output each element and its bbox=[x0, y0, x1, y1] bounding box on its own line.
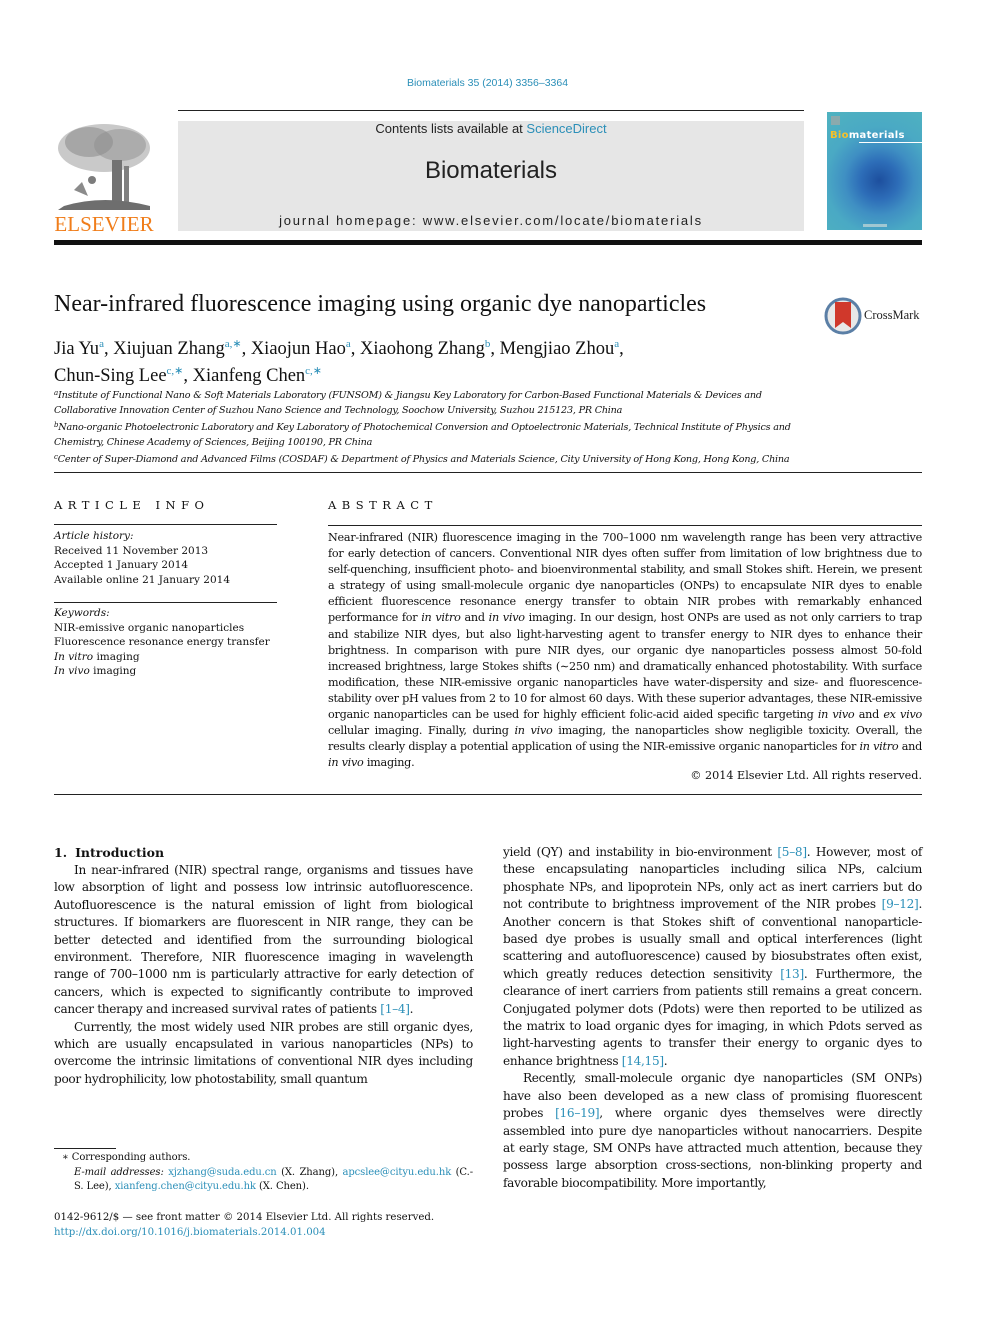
footnotes: ∗ Corresponding authors. E-mail addresse… bbox=[54, 1151, 473, 1195]
paragraph: Recently, small-molecule organic dye nan… bbox=[503, 1071, 923, 1190]
abstract-text: Near-infrared (NIR) fluorescence imaging… bbox=[328, 531, 923, 770]
email-link[interactable]: xjzhang@suda.edu.cn bbox=[168, 1167, 277, 1178]
article-history: Article history: Received 11 November 20… bbox=[54, 529, 284, 587]
citation-link[interactable]: [14,15] bbox=[622, 1054, 664, 1068]
article-info-heading: ARTICLE INFO bbox=[54, 498, 210, 512]
elsevier-logo[interactable]: ELSEVIER bbox=[54, 120, 154, 236]
citation-link[interactable]: [9–12] bbox=[882, 897, 919, 911]
journal-name: Biomaterials bbox=[424, 157, 558, 184]
divider bbox=[54, 602, 277, 603]
divider bbox=[54, 794, 922, 795]
history-accepted: Accepted 1 January 2014 bbox=[54, 559, 189, 571]
cover-publisher-mark bbox=[863, 224, 887, 227]
author[interactable]: Jia Yua bbox=[54, 338, 104, 359]
history-label: Article history: bbox=[54, 530, 134, 542]
author[interactable]: Xiaojun Haoa bbox=[251, 338, 351, 359]
abstract-copyright: © 2014 Elsevier Ltd. All rights reserved… bbox=[690, 769, 922, 782]
paragraph: Currently, the most widely used NIR prob… bbox=[54, 1019, 473, 1086]
citation-link[interactable]: [16–19] bbox=[555, 1106, 599, 1120]
email-label: E-mail addresses: bbox=[74, 1166, 164, 1178]
keyword[interactable]: In vitro imaging bbox=[54, 650, 284, 665]
header-thick-rule bbox=[54, 240, 922, 245]
corresponding-note: ∗ Corresponding authors. bbox=[62, 1152, 191, 1163]
affiliation: cCenter of Super-Diamond and Advanced Fi… bbox=[54, 453, 790, 465]
crossmark-label: CrossMark bbox=[864, 308, 920, 322]
citation-link[interactable]: [1–4] bbox=[380, 1002, 410, 1016]
author[interactable]: Mengjiao Zhoua bbox=[500, 338, 619, 359]
affiliations: aInstitute of Functional Nano & Soft Mat… bbox=[54, 386, 824, 468]
affiliation: aInstitute of Functional Nano & Soft Mat… bbox=[54, 389, 762, 416]
footnote-rule bbox=[54, 1148, 116, 1149]
author[interactable]: Xiaohong Zhangb bbox=[360, 338, 490, 359]
issn-line: 0142-9612/$ — see front matter © 2014 El… bbox=[54, 1212, 435, 1223]
divider bbox=[328, 525, 922, 526]
italic-term: in vivo bbox=[817, 708, 855, 722]
body-column-right: yield (QY) and instability in bio-enviro… bbox=[503, 844, 922, 1192]
divider bbox=[54, 524, 277, 525]
sciencedirect-link[interactable]: ScienceDirect bbox=[526, 121, 606, 136]
journal-homepage[interactable]: journal homepage: www.elsevier.com/locat… bbox=[178, 213, 804, 228]
italic-term: in vitro bbox=[859, 740, 899, 754]
email-note: E-mail addresses: xjzhang@suda.edu.cn (X… bbox=[74, 1166, 473, 1193]
italic-term: ex vivo bbox=[883, 708, 923, 722]
keyword[interactable]: Fluorescence resonance energy transfer bbox=[54, 635, 284, 650]
author[interactable]: Chun-Sing Leec,∗ bbox=[54, 365, 183, 386]
keywords-label: Keywords: bbox=[54, 607, 110, 619]
elsevier-tree-icon bbox=[58, 124, 150, 210]
keyword[interactable]: NIR-emissive organic nanoparticles bbox=[54, 621, 284, 636]
crossmark-button[interactable]: CrossMark bbox=[824, 296, 924, 336]
citation-link[interactable]: [13] bbox=[780, 967, 804, 981]
contents-line: Contents lists available at ScienceDirec… bbox=[178, 121, 804, 136]
keywords: Keywords: NIR-emissive organic nanoparti… bbox=[54, 606, 284, 679]
paragraph: In near-infrared (NIR) spectral range, o… bbox=[54, 863, 473, 1017]
italic-term: in vitro bbox=[421, 611, 461, 625]
author[interactable]: Xiujuan Zhanga,∗ bbox=[113, 338, 241, 359]
doi-link[interactable]: http://dx.doi.org/10.1016/j.biomaterials… bbox=[54, 1226, 434, 1241]
paragraph: yield (QY) and instability in bio-enviro… bbox=[503, 845, 923, 1068]
journal-cover-image[interactable]: Biomaterials bbox=[827, 112, 922, 230]
history-received: Received 11 November 2013 bbox=[54, 544, 209, 557]
crossmark-icon bbox=[824, 297, 862, 335]
cover-emblem-icon bbox=[831, 116, 840, 125]
affiliation: bNano-organic Photoelectronic Laboratory… bbox=[54, 421, 791, 448]
italic-term: in vivo bbox=[514, 724, 553, 738]
email-link[interactable]: apcslee@cityu.edu.hk bbox=[343, 1167, 452, 1178]
italic-term: in vivo bbox=[488, 611, 525, 625]
issn-block: 0142-9612/$ — see front matter © 2014 El… bbox=[54, 1211, 434, 1240]
article-title: Near-infrared fluorescence imaging using… bbox=[54, 291, 707, 317]
section-heading-introduction: 1. Introduction bbox=[54, 845, 165, 860]
author-list: Jia Yua, Xiujuan Zhanga,∗, Xiaojun Haoa,… bbox=[54, 338, 624, 386]
cover-title: Biomaterials bbox=[830, 130, 905, 141]
divider bbox=[54, 472, 922, 473]
cover-rule bbox=[859, 142, 922, 143]
contents-prefix: Contents lists available at bbox=[375, 121, 527, 136]
citation-link[interactable]: [5–8] bbox=[777, 845, 807, 859]
email-link[interactable]: xianfeng.chen@cityu.edu.hk bbox=[115, 1181, 256, 1192]
italic-term: in vivo bbox=[328, 756, 364, 770]
body-column-left: In near-infrared (NIR) spectral range, o… bbox=[54, 862, 473, 1088]
journal-reference-link[interactable]: Biomaterials 35 (2014) 3356–3364 bbox=[0, 77, 975, 89]
header-top-rule bbox=[178, 110, 804, 111]
history-online: Available online 21 January 2014 bbox=[54, 573, 231, 586]
keyword[interactable]: In vivo imaging bbox=[54, 664, 284, 679]
abstract-heading: ABSTRACT bbox=[328, 498, 438, 512]
author[interactable]: Xianfeng Chenc,∗ bbox=[193, 365, 322, 386]
elsevier-wordmark: ELSEVIER bbox=[54, 212, 154, 236]
